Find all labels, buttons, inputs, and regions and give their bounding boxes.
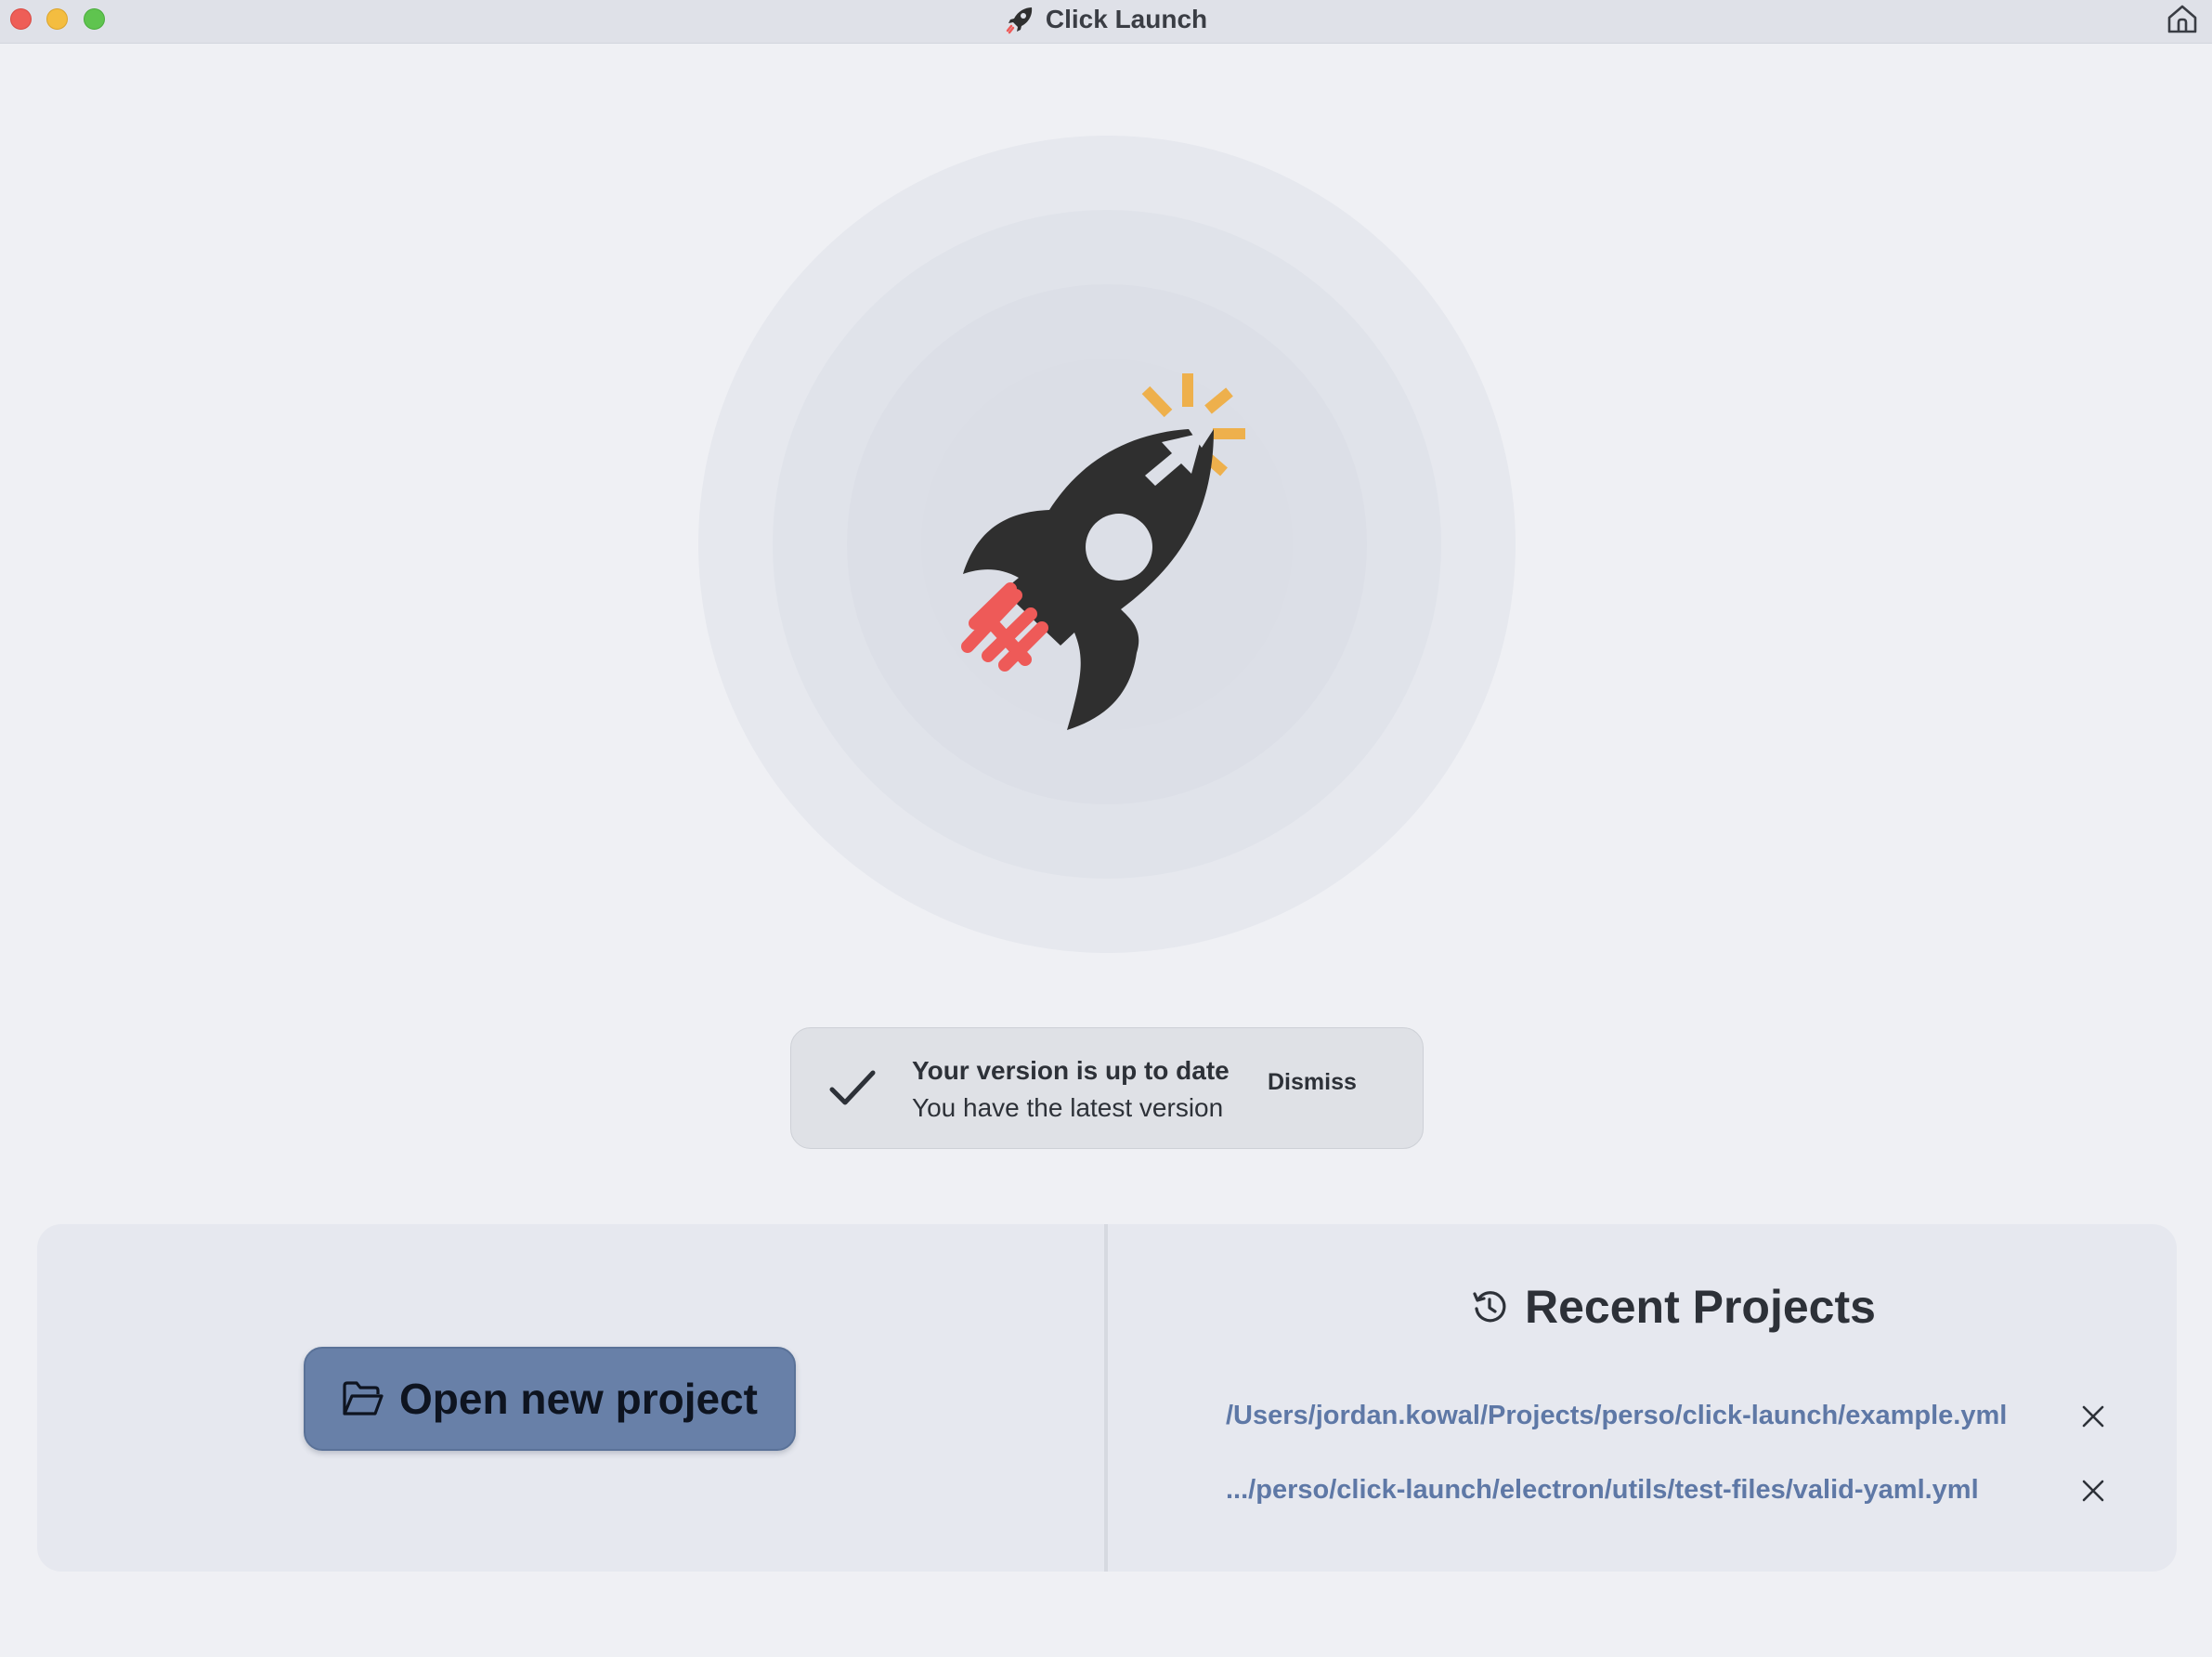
notification-title: Your version is up to date (912, 1056, 1230, 1085)
recent-projects-heading: Recent Projects (1471, 1280, 1876, 1334)
recent-project-link[interactable]: .../perso/click-launch/electron/utils/te… (1226, 1475, 1979, 1506)
checkmark-icon (829, 1070, 876, 1105)
window-title-group: Click Launch (0, 0, 2212, 39)
title-bar: Click Launch (0, 0, 2212, 44)
recent-projects-title: Recent Projects (1525, 1281, 1876, 1333)
notification-subtitle: You have the latest version (912, 1093, 1224, 1122)
close-icon[interactable] (2080, 1478, 2106, 1504)
window-title: Click Launch (1045, 5, 1208, 33)
dismiss-button[interactable]: Dismiss (1268, 1069, 1357, 1096)
panel-divider (1104, 1224, 1108, 1572)
rocket-window (1086, 514, 1152, 581)
hero-logo-area (698, 136, 1516, 953)
rocket-icon (1006, 7, 1033, 34)
folder-open-icon (343, 1381, 384, 1416)
recent-project-link[interactable]: /Users/jordan.kowal/Projects/perso/click… (1226, 1401, 2007, 1431)
rocket-body (963, 429, 1214, 730)
close-icon[interactable] (2080, 1403, 2106, 1429)
update-notification: Your version is up to date You have the … (790, 1027, 1424, 1149)
home-icon[interactable] (2166, 2, 2199, 35)
rocket-cursor-logo (961, 373, 1245, 730)
open-new-project-button[interactable]: Open new project (304, 1347, 796, 1451)
history-icon (1473, 1291, 1506, 1323)
projects-panel: Open new project Recent Projects /Users/… (37, 1224, 2177, 1572)
open-new-project-label: Open new project (399, 1375, 758, 1423)
